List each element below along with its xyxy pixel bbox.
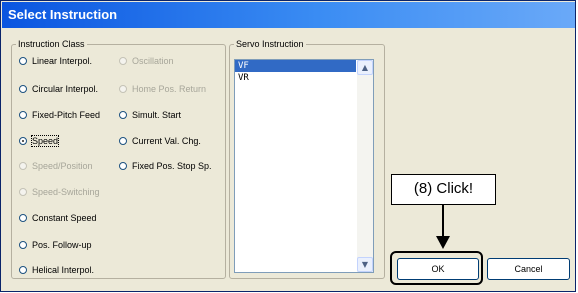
radio-label: Speed [30, 135, 60, 147]
radio-circular-interpol[interactable]: Circular Interpol. [19, 84, 98, 94]
list-item[interactable]: VF [235, 60, 356, 72]
servo-instruction-legend: Servo Instruction [236, 39, 304, 49]
radio-button-icon [19, 162, 27, 170]
radio-button-icon [19, 266, 27, 274]
radio-label: Speed-Switching [32, 187, 100, 197]
instruction-class-legend: Instruction Class [18, 39, 85, 49]
radio-constant-speed[interactable]: Constant Speed [19, 213, 97, 223]
radio-fixed-pitch-feed[interactable]: Fixed-Pitch Feed [19, 110, 100, 120]
dialog-title: Select Instruction [2, 2, 575, 28]
radio-button-icon [19, 111, 27, 119]
radio-speed-switching[interactable]: Speed-Switching [19, 187, 100, 197]
down-arrow-head-icon [436, 236, 450, 249]
radio-label: Circular Interpol. [32, 84, 99, 94]
click-callout: (8) Click! [391, 174, 496, 205]
radio-label: Oscillation [132, 56, 174, 66]
ok-button-highlight [390, 251, 483, 285]
radio-simult-start[interactable]: Simult. Start [119, 110, 181, 120]
radio-label: Speed/Position [32, 161, 93, 171]
radio-pos-follow-up[interactable]: Pos. Follow-up [19, 240, 92, 250]
radio-label: Fixed-Pitch Feed [32, 110, 101, 120]
radio-button-icon [19, 241, 27, 249]
radio-linear-interpol[interactable]: Linear Interpol. [19, 56, 92, 66]
radio-button-icon [119, 57, 127, 65]
scroll-down-arrow-icon[interactable]: ▼ [357, 257, 373, 272]
down-arrow-icon [442, 205, 444, 239]
servo-instruction-list[interactable]: VF VR ▲ ▼ [234, 59, 374, 273]
radio-button-icon [119, 85, 127, 93]
radio-home-pos-return[interactable]: Home Pos. Return [119, 84, 206, 94]
cancel-button[interactable]: Cancel [487, 258, 570, 280]
scroll-up-arrow-icon[interactable]: ▲ [357, 60, 373, 75]
radio-button-icon [19, 188, 27, 196]
vertical-scrollbar[interactable]: ▲ ▼ [357, 60, 373, 272]
radio-oscillation[interactable]: Oscillation [119, 56, 174, 66]
radio-label: Home Pos. Return [132, 84, 207, 94]
select-instruction-dialog: Select Instruction Instruction Class Lin… [0, 0, 576, 292]
radio-current-val-chg[interactable]: Current Val. Chg. [119, 136, 201, 146]
radio-label: Helical Interpol. [32, 265, 95, 275]
radio-button-icon [119, 111, 127, 119]
radio-button-icon [119, 137, 127, 145]
radio-label: Linear Interpol. [32, 56, 93, 66]
radio-speed[interactable]: Speed [19, 135, 60, 147]
radio-button-icon [119, 162, 127, 170]
radio-speed-position[interactable]: Speed/Position [19, 161, 93, 171]
radio-helical-interpol[interactable]: Helical Interpol. [19, 265, 94, 275]
list-item[interactable]: VR [235, 72, 356, 84]
radio-label: Constant Speed [32, 213, 97, 223]
radio-button-icon [19, 57, 27, 65]
radio-button-icon [19, 214, 27, 222]
radio-fixed-pos-stop-sp[interactable]: Fixed Pos. Stop Sp. [119, 161, 212, 171]
radio-label: Fixed Pos. Stop Sp. [132, 161, 212, 171]
radio-button-selected-icon [19, 137, 27, 145]
radio-label: Current Val. Chg. [132, 136, 201, 146]
radio-label: Pos. Follow-up [32, 240, 92, 250]
radio-button-icon [19, 85, 27, 93]
radio-label: Simult. Start [132, 110, 182, 120]
